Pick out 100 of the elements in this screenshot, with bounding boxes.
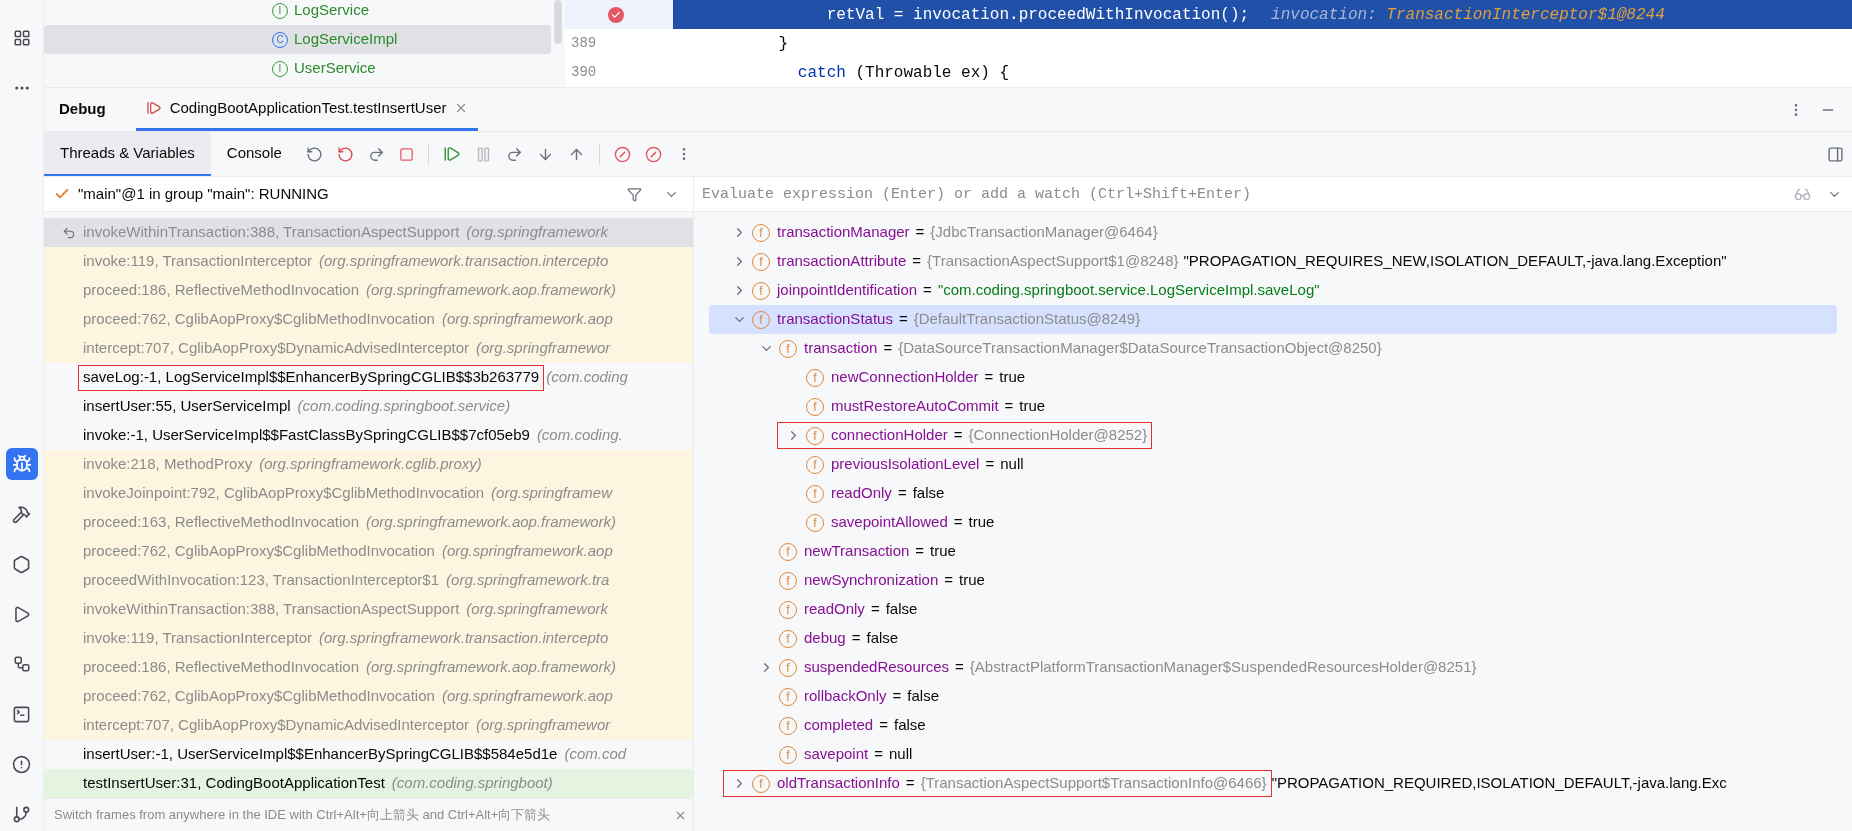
layout-icon[interactable] bbox=[1827, 145, 1844, 163]
project-tree-item[interactable]: I LogService bbox=[44, 0, 551, 25]
equals-sign: = bbox=[1004, 396, 1014, 417]
variable-row[interactable]: f completed = false bbox=[709, 711, 1837, 740]
rerun-icon[interactable] bbox=[305, 145, 323, 163]
variable-value: {JdbcTransactionManager@6464} bbox=[930, 222, 1158, 243]
frame-package: (org.springframework.tra bbox=[446, 570, 610, 591]
variable-row[interactable]: f readOnly = false bbox=[709, 595, 1837, 624]
frame-method: saveLog:-1, LogServiceImpl$$EnhancerBySpringCGLIB$$3b263779 bbox=[83, 367, 540, 388]
line-number: 390 bbox=[570, 63, 597, 82]
equals-sign: = bbox=[905, 773, 915, 794]
variable-row[interactable]: f connectionHolder = {ConnectionHolder@8252} bbox=[709, 421, 1837, 450]
debug-icon[interactable] bbox=[5, 448, 38, 480]
frame-package: (org.springframework.aop bbox=[441, 686, 613, 707]
frame-package: (org.springframewor bbox=[476, 338, 611, 359]
breakpoint-icon[interactable] bbox=[608, 6, 624, 23]
equals-sign: = bbox=[953, 425, 963, 446]
variable-row[interactable]: f newConnectionHolder = true bbox=[709, 363, 1837, 392]
stop-icon[interactable] bbox=[398, 146, 414, 162]
variable-value: {TransactionAspectSupport$1@8248} bbox=[927, 251, 1179, 272]
variable-name: mustRestoreAutoCommit bbox=[831, 396, 999, 417]
frame-package: (org.springframework bbox=[466, 222, 609, 243]
variable-row[interactable]: f joinpointIdentification = "com.coding.springboot.service.LogServiceImpl.saveLog" bbox=[709, 276, 1837, 305]
variable-value: false bbox=[885, 599, 918, 620]
frame-package: (org.springframework bbox=[466, 599, 609, 620]
frame-method: proceed:186, ReflectiveMethodInvocation bbox=[83, 657, 359, 678]
variable-value: {AbstractPlatformTransactionManager$SuspendedResourcesHolder@8251} bbox=[969, 657, 1477, 678]
variable-name: newSynchronization bbox=[804, 570, 939, 591]
variable-name: transactionManager bbox=[777, 222, 910, 243]
variable-value: {TransactionAspectSupport$TransactionInfo@6466} bbox=[920, 773, 1267, 794]
equals-sign: = bbox=[897, 483, 907, 504]
equals-sign: = bbox=[874, 744, 883, 765]
frame-method: proceedWithInvocation:123, TransactionInterceptor$1 bbox=[83, 570, 440, 591]
panel-tab[interactable]: Threads & Variables bbox=[44, 132, 211, 176]
variable-value: true bbox=[1019, 396, 1046, 417]
frame-method: invoke:119, TransactionInterceptor bbox=[83, 251, 313, 272]
resume-icon[interactable] bbox=[442, 145, 461, 163]
frame-method: invokeJoinpoint:792, CglibAopProxy$CglibMethodInvocation bbox=[83, 483, 485, 504]
variable-name: readOnly bbox=[804, 599, 865, 620]
variable-string-value: "PROPAGATION_REQUIRED,ISOLATION_DEFAULT,-java.lang.Exc bbox=[1271, 773, 1727, 794]
variable-row[interactable]: f newSynchronization = true bbox=[709, 566, 1837, 595]
frame-method: insertUser:55, UserServiceImpl bbox=[83, 396, 291, 417]
gutter-cell[interactable] bbox=[565, 0, 673, 29]
variable-value: "com.coding.springboot.service.LogServiceImpl.saveLog" bbox=[937, 280, 1320, 301]
equals-sign: = bbox=[915, 541, 925, 562]
variable-value: null bbox=[1000, 454, 1024, 475]
variable-name: savepoint bbox=[804, 744, 869, 765]
variable-row[interactable]: f mustRestoreAutoCommit = true bbox=[709, 392, 1837, 421]
variable-row[interactable]: f transactionManager = {JdbcTransactionManager@6464} bbox=[709, 218, 1837, 247]
variable-value: true bbox=[959, 570, 985, 591]
frame-method: intercept:707, CglibAopProxy$DynamicAdvisedInterceptor bbox=[83, 715, 470, 736]
variable-value: {ConnectionHolder@8252} bbox=[968, 425, 1148, 446]
frames-hint: Switch frames from anywhere in the IDE with Ctrl+Alt+向上箭头 and Ctrl+Alt+向下箭头 bbox=[54, 806, 552, 825]
equals-sign: = bbox=[923, 280, 932, 301]
variable-row[interactable]: f previousIsolationLevel = null bbox=[709, 450, 1837, 479]
variable-name: newConnectionHolder bbox=[831, 367, 979, 388]
variable-name: completed bbox=[804, 715, 874, 736]
variable-value: false bbox=[866, 628, 899, 649]
variable-value: null bbox=[889, 744, 913, 765]
variable-name: rollbackOnly bbox=[804, 686, 887, 707]
variable-value: true bbox=[968, 512, 995, 533]
restart-icon[interactable] bbox=[336, 145, 354, 163]
frame-package: (com.cod bbox=[564, 744, 627, 765]
equals-sign: = bbox=[879, 715, 888, 736]
thread-status[interactable]: "main"@1 in group "main": RUNNING bbox=[78, 182, 619, 206]
variable-row[interactable]: f savepointAllowed = true bbox=[709, 508, 1837, 537]
class-name: UserService bbox=[294, 58, 376, 79]
variable-row[interactable]: f oldTransactionInfo = {TransactionAspectSupport$TransactionInfo@6466} "PROPAGATION_REQUIRED,ISOLATION_DEFAULT,-java.lang.Exc bbox=[709, 769, 1837, 798]
equals-sign: = bbox=[883, 338, 893, 359]
variable-row[interactable]: f readOnly = false bbox=[709, 479, 1837, 508]
frame-package: (com.coding. bbox=[536, 425, 623, 446]
variable-value: false bbox=[894, 715, 926, 736]
frame-package: (org.springframework.transaction.intercepto bbox=[319, 251, 609, 272]
step-over-icon[interactable] bbox=[505, 145, 523, 163]
equals-sign: = bbox=[870, 599, 880, 620]
variable-value: true bbox=[930, 541, 956, 562]
variable-row[interactable]: f savepoint = null bbox=[709, 740, 1837, 769]
variable-row[interactable]: f transactionAttribute = {TransactionAspectSupport$1@8248} "PROPAGATION_REQUIRES_NEW,ISOLATION_DEFAULT,-java.lang.Exception" bbox=[709, 247, 1837, 276]
variable-name: savepointAllowed bbox=[831, 512, 948, 533]
variable-row[interactable]: f transaction = {DataSourceTransactionManager$DataSourceTransactionObject@8250} bbox=[709, 334, 1837, 363]
frame-method: intercept:707, CglibAopProxy$DynamicAdvisedInterceptor bbox=[83, 338, 470, 359]
filter-icon[interactable] bbox=[627, 186, 642, 202]
variable-value: true bbox=[999, 367, 1026, 388]
variable-value: false bbox=[907, 686, 939, 707]
test-run-icon bbox=[145, 100, 162, 116]
variable-row[interactable]: f suspendedResources = {AbstractPlatformTransactionManager$SuspendedResourcesHolder@8251} bbox=[709, 653, 1837, 682]
variable-name: newTransaction bbox=[804, 541, 910, 562]
frame-package: (org.springframework.aop bbox=[441, 541, 613, 562]
scrollbar-thumb[interactable] bbox=[554, 0, 562, 44]
panel-tab[interactable]: Console bbox=[210, 132, 298, 176]
variable-row[interactable]: f newTransaction = true bbox=[709, 537, 1837, 566]
variable-row[interactable]: f debug = false bbox=[709, 624, 1837, 653]
frame-package: (com.coding.springboot.service) bbox=[297, 396, 511, 417]
variable-name: readOnly bbox=[831, 483, 892, 504]
variable-row[interactable]: f rollbackOnly = false bbox=[709, 682, 1837, 711]
variable-row[interactable]: f transactionStatus = {DefaultTransactionStatus@8249} bbox=[709, 305, 1837, 334]
equals-sign: = bbox=[915, 222, 925, 243]
stack-frame-row[interactable]: testInsertUser:31, CodingBootApplicationTest (com.coding.springboot) bbox=[44, 769, 693, 798]
variable-name: transactionAttribute bbox=[777, 251, 907, 272]
project-tree-item[interactable]: I UserService bbox=[44, 54, 551, 83]
